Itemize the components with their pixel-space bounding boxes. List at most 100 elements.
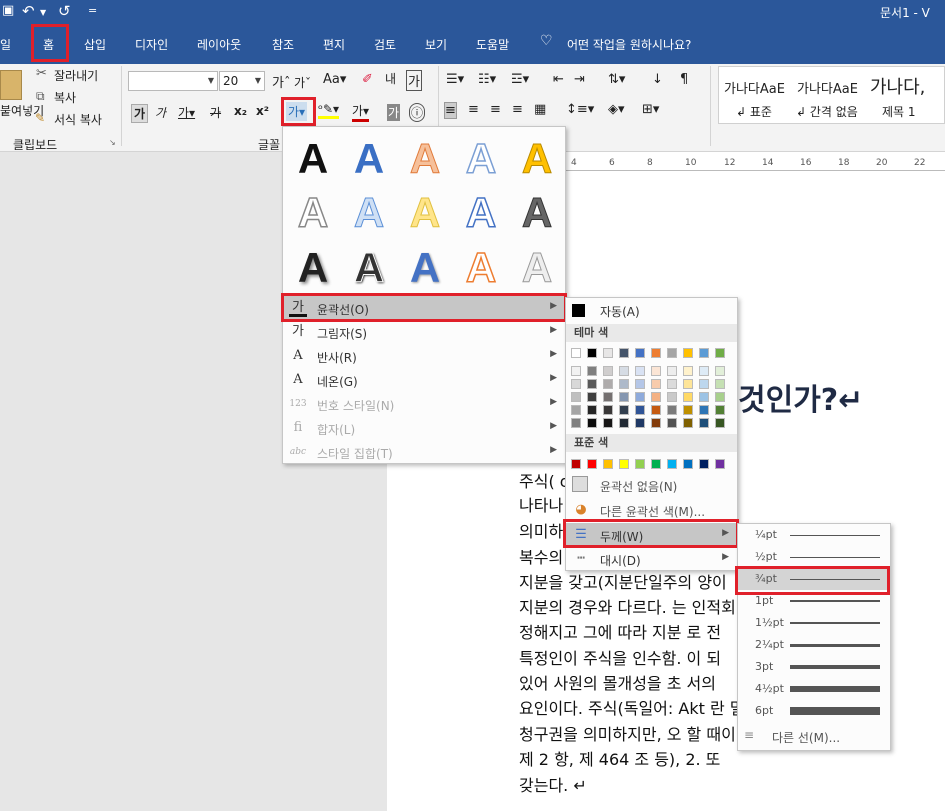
- bullets-icon[interactable]: ☰▾: [446, 72, 464, 87]
- color-swatch[interactable]: [603, 366, 613, 376]
- color-swatch[interactable]: [699, 459, 709, 469]
- menu-item-number-styles[interactable]: 123 번호 스타일(N) ▶: [283, 392, 565, 416]
- color-swatch[interactable]: [699, 379, 709, 389]
- paste-icon[interactable]: [0, 70, 22, 100]
- style-heading1-preview[interactable]: 가나다,: [870, 73, 925, 99]
- color-swatch[interactable]: [683, 392, 693, 402]
- color-swatch[interactable]: [699, 405, 709, 415]
- color-swatch[interactable]: [603, 348, 613, 358]
- weight-option[interactable]: 2¼pt: [738, 634, 890, 656]
- sort-icon[interactable]: ↓: [652, 72, 663, 87]
- text-effect-style[interactable]: A: [341, 185, 397, 241]
- color-swatch[interactable]: [651, 418, 661, 428]
- text-effect-style[interactable]: A: [285, 240, 341, 296]
- color-swatch[interactable]: [619, 418, 629, 428]
- tab-file[interactable]: 일: [0, 36, 11, 53]
- undo-dropdown-icon[interactable]: ▼: [40, 8, 46, 17]
- tab-layout[interactable]: 레이아웃: [197, 36, 241, 53]
- color-swatch[interactable]: [699, 392, 709, 402]
- italic-icon[interactable]: 가: [155, 104, 166, 121]
- undo-icon[interactable]: ↶: [22, 2, 35, 20]
- borders-icon[interactable]: ⊞▾: [642, 102, 659, 117]
- color-swatch[interactable]: [571, 405, 581, 415]
- color-swatch[interactable]: [571, 379, 581, 389]
- tab-design[interactable]: 디자인: [135, 36, 168, 53]
- text-effect-style[interactable]: A: [453, 131, 509, 187]
- menu-item-shadow[interactable]: 가 그림자(S) ▶: [283, 320, 565, 344]
- distributed-icon[interactable]: ▦: [534, 102, 546, 117]
- color-swatch[interactable]: [603, 405, 613, 415]
- color-swatch[interactable]: [715, 379, 725, 389]
- multilevel-list-icon[interactable]: ☲▾: [511, 72, 529, 87]
- color-swatch[interactable]: [715, 405, 725, 415]
- color-swatch[interactable]: [699, 366, 709, 376]
- font-name-box[interactable]: ▼: [128, 71, 218, 91]
- shading-icon[interactable]: ◈▾: [608, 102, 625, 117]
- save-icon[interactable]: ▣: [2, 3, 14, 18]
- text-effect-style[interactable]: A: [509, 185, 565, 241]
- color-swatch[interactable]: [715, 459, 725, 469]
- color-swatch[interactable]: [651, 348, 661, 358]
- enclose-icon[interactable]: ⓘ: [409, 103, 426, 122]
- color-swatch[interactable]: [667, 366, 677, 376]
- color-swatch[interactable]: [571, 392, 581, 402]
- highlight-color-icon[interactable]: ᵒ✎▾: [318, 102, 340, 119]
- font-size-box[interactable]: 20 ▼: [219, 71, 265, 91]
- color-swatch[interactable]: [603, 392, 613, 402]
- decrease-indent-icon[interactable]: ⇤: [553, 72, 564, 87]
- strikethrough-icon[interactable]: 가: [210, 104, 221, 121]
- style-normal-preview[interactable]: 가나다AaE: [724, 78, 785, 97]
- align-center-icon[interactable]: ≡: [468, 102, 479, 117]
- weight-option[interactable]: ½pt: [738, 546, 890, 568]
- tab-help[interactable]: 도움말: [476, 36, 509, 53]
- character-shading-icon[interactable]: 가: [387, 104, 401, 121]
- outline-dash[interactable]: ┅ 대시(D) ▶: [566, 547, 737, 571]
- color-swatch[interactable]: [651, 366, 661, 376]
- font-name-dropdown-icon[interactable]: ▼: [208, 76, 214, 85]
- color-swatch[interactable]: [635, 392, 645, 402]
- color-swatch[interactable]: [635, 348, 645, 358]
- color-swatch[interactable]: [683, 379, 693, 389]
- weight-option[interactable]: 6pt: [738, 700, 890, 722]
- text-effect-style[interactable]: A: [453, 240, 509, 296]
- menu-item-stylistic-sets[interactable]: abc 스타일 집합(T) ▶: [283, 440, 565, 464]
- underline-icon[interactable]: 가▾: [178, 104, 195, 121]
- subscript-icon[interactable]: x₂: [234, 104, 247, 118]
- cut-button[interactable]: 잘라내기: [54, 67, 98, 84]
- color-swatch[interactable]: [715, 366, 725, 376]
- tab-view[interactable]: 보기: [425, 36, 447, 53]
- line-spacing-icon[interactable]: ↕≡▾: [566, 102, 594, 117]
- color-swatch[interactable]: [667, 392, 677, 402]
- color-swatch[interactable]: [619, 459, 629, 469]
- increase-indent-icon[interactable]: ⇥: [574, 72, 585, 87]
- color-swatch[interactable]: [683, 348, 693, 358]
- text-direction-icon[interactable]: ⇅▾: [608, 72, 625, 87]
- color-swatch[interactable]: [683, 405, 693, 415]
- text-effect-style[interactable]: A: [397, 185, 453, 241]
- tell-me-box[interactable]: 어떤 작업을 원하시나요?: [567, 36, 691, 53]
- redo-icon[interactable]: ↺: [58, 2, 71, 20]
- text-effect-style[interactable]: A: [341, 240, 397, 296]
- color-swatch[interactable]: [603, 418, 613, 428]
- color-swatch[interactable]: [571, 418, 581, 428]
- shrink-font-icon[interactable]: 가ˇ: [294, 74, 311, 91]
- color-swatch[interactable]: [651, 459, 661, 469]
- tab-mailings[interactable]: 편지: [323, 36, 345, 53]
- format-painter-icon[interactable]: ✎: [35, 111, 45, 125]
- color-swatch[interactable]: [667, 459, 677, 469]
- numbering-icon[interactable]: ☷▾: [478, 72, 496, 87]
- tab-references[interactable]: 참조: [272, 36, 294, 53]
- color-swatch[interactable]: [635, 379, 645, 389]
- style-no-spacing-preview[interactable]: 가나다AaE: [797, 78, 858, 97]
- customize-quick-access-icon[interactable]: =: [88, 4, 97, 17]
- weight-option[interactable]: 1½pt: [738, 612, 890, 634]
- font-size-dropdown-icon[interactable]: ▼: [255, 76, 261, 85]
- weight-option[interactable]: ¼pt: [738, 524, 890, 546]
- color-swatch[interactable]: [683, 459, 693, 469]
- color-swatch[interactable]: [587, 418, 597, 428]
- weight-option[interactable]: 3pt: [738, 656, 890, 678]
- change-case-icon[interactable]: Aa▾: [323, 72, 346, 87]
- color-swatch[interactable]: [587, 459, 597, 469]
- menu-item-glow[interactable]: A 네온(G) ▶: [283, 368, 565, 392]
- text-effect-style[interactable]: A: [509, 131, 565, 187]
